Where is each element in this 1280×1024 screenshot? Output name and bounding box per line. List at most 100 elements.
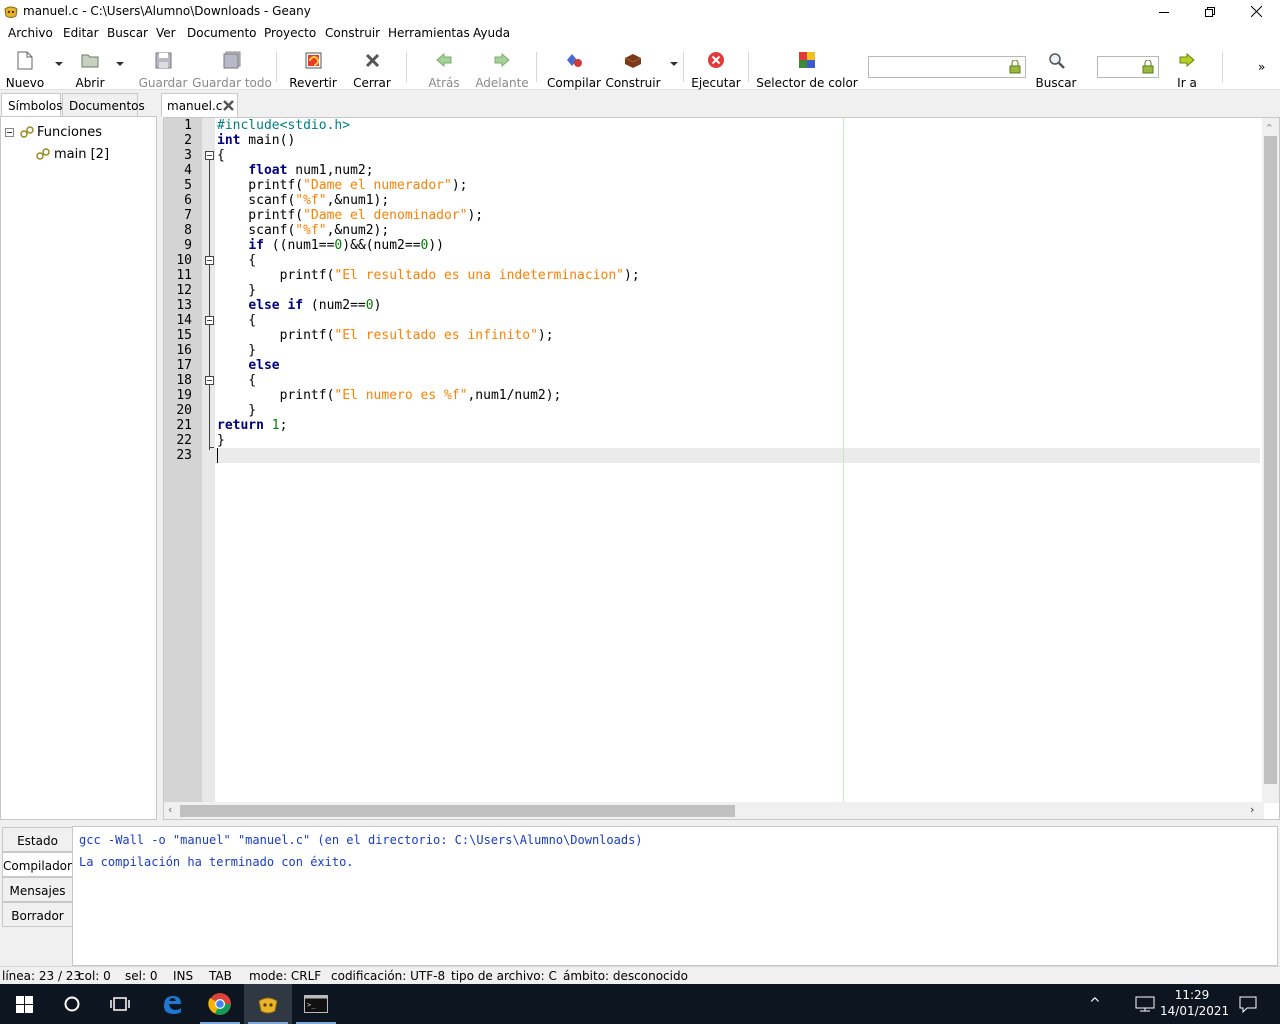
current-line-highlight: [215, 448, 1260, 463]
back-button[interactable]: Atrás: [426, 44, 462, 90]
fold-margin[interactable]: [202, 118, 215, 803]
new-button[interactable]: Nuevo: [6, 44, 44, 90]
menu-documento[interactable]: Documento: [187, 26, 257, 40]
sidebar: Símbolos Documentos Funciones main [2]: [0, 93, 158, 820]
menu-construir[interactable]: Construir: [325, 26, 380, 40]
scroll-right-icon[interactable]: ›: [1250, 803, 1254, 816]
compiler-output[interactable]: gcc -Wall -o "manuel" "manuel.c" (en el …: [72, 826, 1278, 966]
code-line: printf("Dame el denominador");: [217, 208, 483, 223]
build-dropdown-arrow-icon[interactable]: [670, 62, 678, 66]
forward-button[interactable]: Adelante: [475, 44, 529, 90]
tree-node-main[interactable]: main [2]: [36, 144, 109, 164]
code-token: ,num1/num2);: [467, 388, 562, 403]
goto-button[interactable]: Ir a: [1172, 44, 1202, 90]
line-number: 10: [176, 253, 192, 268]
scroll-up-icon[interactable]: ^: [1266, 123, 1273, 132]
line-number: 22: [176, 433, 192, 448]
tab-documents[interactable]: Documentos: [62, 93, 145, 117]
network-icon[interactable]: [1135, 996, 1155, 1012]
search-button-label: Buscar: [1035, 76, 1077, 90]
close-doc-button[interactable]: Cerrar: [353, 44, 391, 90]
fold-toggle-icon[interactable]: [205, 151, 214, 160]
chrome-taskbar-button[interactable]: [196, 984, 244, 1024]
task-view-button[interactable]: [96, 984, 144, 1024]
code-token: printf(: [217, 328, 335, 343]
menu-editar[interactable]: Editar: [63, 26, 99, 40]
tab-symbols[interactable]: Símbolos: [1, 93, 63, 117]
build-button[interactable]: Construir: [605, 44, 661, 90]
menu-buscar[interactable]: Buscar: [107, 26, 148, 40]
code-token: "Dame el denominador": [303, 208, 468, 223]
close-tab-icon[interactable]: [222, 99, 235, 112]
color-chooser-button[interactable]: Selector de color: [756, 44, 858, 90]
tab-messages[interactable]: Mensajes: [2, 877, 73, 902]
restore-button[interactable]: [1187, 0, 1233, 23]
code-token: "El resultado es una indeterminacion": [334, 268, 624, 283]
close-window-button[interactable]: [1233, 0, 1279, 23]
menu-ayuda[interactable]: Ayuda: [473, 26, 510, 40]
horizontal-scrollbar[interactable]: ‹ ›: [164, 802, 1264, 819]
save-all-button-label: Guardar todo: [192, 76, 272, 90]
compile-button[interactable]: Compilar: [546, 44, 602, 90]
search-taskbar-button[interactable]: [48, 984, 96, 1024]
toolbar-separator: [1222, 52, 1223, 82]
title-bar: manuel.c - C:\Users\Alumno\Downloads - G…: [0, 0, 1280, 23]
tab-compiler[interactable]: Compilador: [2, 852, 73, 877]
code-editor[interactable]: 1 2 3 4 5 6 7 8 9 10 11 12 13 14 15 16 17 18 19 20 21 22 23 #i…: [163, 117, 1280, 820]
editor-area: manuel.c 1 2 3 4 5 6 7 8 9 10 11 12 13 14 15 16 17 18 19 20…: [161, 93, 1280, 820]
notifications-icon[interactable]: [1239, 996, 1257, 1013]
tree-node-functions[interactable]: Funciones: [5, 122, 102, 142]
horizontal-scroll-thumb[interactable]: [180, 805, 735, 817]
document-tab[interactable]: manuel.c: [161, 93, 238, 117]
open-button[interactable]: Abrir: [72, 44, 108, 90]
show-hidden-icons-chevron-icon[interactable]: ^: [1089, 996, 1101, 1012]
fold-toggle-icon[interactable]: [205, 316, 214, 325]
menu-proyecto[interactable]: Proyecto: [264, 26, 316, 40]
code-token: );: [537, 328, 554, 343]
search-button[interactable]: Buscar: [1034, 44, 1078, 90]
open-dropdown-arrow-icon[interactable]: [116, 62, 124, 66]
code-line: {: [217, 253, 256, 268]
minimize-button[interactable]: [1141, 0, 1187, 23]
vertical-scroll-thumb[interactable]: [1264, 136, 1277, 784]
execute-button[interactable]: Ejecutar: [691, 44, 741, 90]
code-token: "El resultado es infinito": [334, 328, 538, 343]
menu-herramientas[interactable]: Herramientas: [388, 26, 470, 40]
tab-status[interactable]: Estado: [2, 827, 73, 852]
line-number: 5: [184, 178, 192, 193]
line-number: 7: [184, 208, 192, 223]
status-filetype: tipo de archivo: C: [451, 969, 557, 983]
line-number: 13: [176, 298, 192, 313]
save-icon: [155, 52, 171, 68]
revert-button[interactable]: Revertir: [289, 44, 337, 90]
menu-ver[interactable]: Ver: [156, 26, 176, 40]
clear-entry-icon[interactable]: [1009, 60, 1021, 74]
taskbar-clock[interactable]: 11:29 14/01/2021: [1160, 987, 1229, 1019]
color-chooser-button-label: Selector de color: [756, 76, 858, 90]
terminal-taskbar-button[interactable]: >_: [292, 984, 340, 1024]
code-token: main(): [240, 133, 296, 148]
search-input[interactable]: [868, 56, 1026, 78]
line-number-gutter: 1 2 3 4 5 6 7 8 9 10 11 12 13 14 15 16 17 18 19 20 21 22 23: [164, 118, 202, 803]
fold-toggle-icon[interactable]: [205, 256, 214, 265]
code-line: float num1,num2;: [217, 163, 373, 178]
code-token: 1: [271, 418, 280, 433]
scroll-left-icon[interactable]: ‹: [168, 803, 172, 816]
geany-taskbar-button[interactable]: [244, 984, 292, 1024]
menu-archivo[interactable]: Archivo: [8, 26, 53, 40]
start-button[interactable]: [0, 984, 48, 1024]
fold-toggle-icon[interactable]: [205, 376, 214, 385]
save-button[interactable]: Guardar: [139, 44, 187, 90]
collapse-icon[interactable]: [5, 127, 14, 137]
edge-taskbar-button[interactable]: [148, 984, 196, 1024]
tab-scratch[interactable]: Borrador: [2, 902, 73, 927]
clear-entry-icon[interactable]: [1142, 60, 1154, 74]
goto-line-input[interactable]: [1097, 56, 1159, 78]
save-all-button[interactable]: Guardar todo: [192, 44, 272, 90]
toolbar-overflow-chevron-icon[interactable]: »: [1258, 60, 1265, 74]
vertical-scrollbar[interactable]: ^: [1262, 118, 1279, 803]
new-dropdown-arrow-icon[interactable]: [55, 62, 63, 66]
geany-app-icon: [4, 6, 18, 18]
code-text-area[interactable]: #include<stdio.h> int main(){ float num1,…: [215, 118, 1260, 803]
